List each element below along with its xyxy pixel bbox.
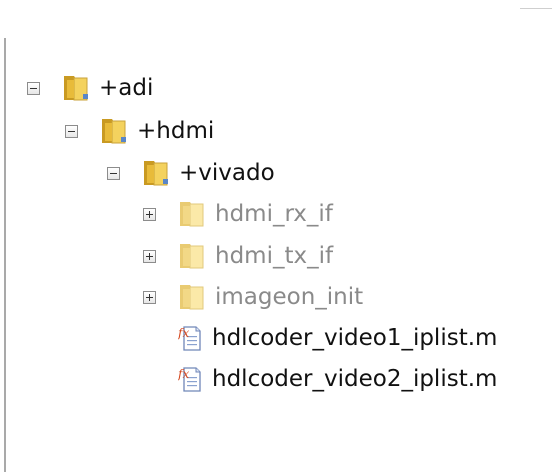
svg-text:fx: fx [178,326,189,340]
expand-toggle-icon[interactable] [143,290,156,304]
file-tree-panel: +adi +hdmi +vivado hdmi_rx_if hdmi_tx_if… [0,0,552,472]
package-folder-icon [64,76,88,101]
tree-item-adi[interactable]: +adi [27,70,153,106]
svg-text:fx: fx [178,367,189,381]
tree-item-label: imageon_init [215,284,364,310]
tree-item-label: +adi [99,75,154,101]
expand-toggle-icon[interactable] [143,207,156,221]
tree-item-label: hdlcoder_video2_iplist.m [212,366,498,392]
function-file-icon: fx [178,367,201,392]
collapse-toggle-icon[interactable] [65,124,78,138]
package-folder-icon [144,161,168,186]
tree-item-hdmi-rx-if[interactable]: hdmi_rx_if [143,196,333,232]
collapse-toggle-icon[interactable] [27,81,40,95]
tree-item-imageon-init[interactable]: imageon_init [143,279,363,315]
panel-left-border [4,38,6,472]
tree-item-vivado[interactable]: +vivado [107,155,275,191]
tree-item-label: hdlcoder_video1_iplist.m [212,325,498,351]
panel-top-border [520,8,552,9]
tree-item-label: +vivado [179,160,275,186]
tree-item-label: hdmi_tx_if [215,243,334,269]
folder-icon [180,202,204,227]
collapse-toggle-icon[interactable] [107,166,120,180]
package-folder-icon [102,119,126,144]
function-file-icon: fx [178,326,201,351]
tree-item-hdmi-tx-if[interactable]: hdmi_tx_if [143,238,333,274]
expand-toggle-icon[interactable] [143,249,156,263]
tree-item-hdlcoder-video2-iplist[interactable]: fx hdlcoder_video2_iplist.m [178,361,497,397]
folder-icon [180,244,204,269]
tree-item-label: hdmi_rx_if [215,201,333,227]
tree-item-hdmi[interactable]: +hdmi [65,113,214,149]
folder-icon [180,285,204,310]
tree-item-hdlcoder-video1-iplist[interactable]: fx hdlcoder_video1_iplist.m [178,320,497,356]
tree-item-label: +hdmi [137,118,215,144]
